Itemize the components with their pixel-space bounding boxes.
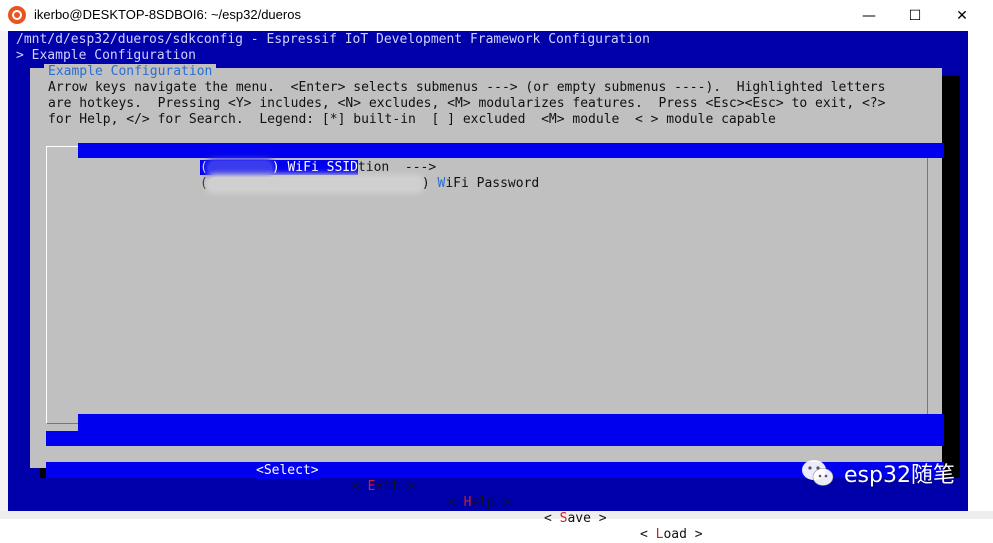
background-window-edge-bottom — [0, 511, 993, 519]
menu-item-prefix: ( — [200, 176, 208, 191]
dialog-shadow — [942, 76, 960, 478]
background-window-edge-right — [968, 31, 993, 519]
menu-item-label: ) WiFi SSID — [271, 160, 358, 175]
button-row: <Select> < Exit > < Help > < Save > < Lo… — [0, 447, 703, 543]
select-button[interactable]: <Select> — [256, 463, 319, 479]
menu-bottom-bar — [78, 414, 944, 431]
save-button[interactable]: < Save > — [544, 511, 607, 527]
menu-item-wifi-ssid[interactable]: ( ) WiFi SSIDtion ---> — [200, 160, 437, 176]
help-line-1: Arrow keys navigate the menu. <Enter> se… — [48, 80, 886, 95]
help-button[interactable]: < Help > — [448, 495, 511, 511]
help-line-3: for Help, </> for Search. Legend: [*] bu… — [48, 112, 776, 127]
ubuntu-icon — [8, 6, 26, 24]
watermark: esp32随笔 — [800, 456, 955, 490]
config-path-line: /mnt/d/esp32/dueros/sdkconfig - Espressi… — [16, 32, 650, 47]
menu-item-tail: tion ---> — [357, 160, 437, 175]
exit-button[interactable]: < Exit > — [352, 479, 415, 495]
dialog-title: Example Configuration — [44, 64, 217, 80]
menu-top-bar — [78, 143, 944, 158]
redacted-value — [207, 160, 272, 175]
maximize-button[interactable]: ☐ — [892, 0, 938, 31]
window-title: ikerbo@DESKTOP-8SDBOI6: ~/esp32/dueros — [34, 7, 301, 22]
wechat-icon — [802, 460, 834, 486]
menu-item-prefix: ( — [200, 160, 208, 175]
close-button[interactable]: ✕ — [939, 0, 985, 31]
redacted-value — [207, 176, 422, 191]
menu-item-selected-highlight: ( ) WiFi SSID — [200, 160, 358, 175]
menu-item-wifi-password[interactable]: () WiFi Password — [200, 176, 539, 192]
minimize-button[interactable]: — — [846, 0, 892, 31]
watermark-text: esp32随笔 — [844, 463, 955, 488]
help-line-2: are hotkeys. Pressing <Y> includes, <N> … — [48, 96, 886, 111]
load-button[interactable]: < Load > — [640, 527, 703, 543]
breadcrumb: > Example Configuration — [16, 48, 197, 63]
menu-item-label: iFi Password — [445, 176, 540, 191]
background-window-edge — [0, 31, 8, 519]
separator-bar — [46, 431, 944, 446]
menu-item-separator: ) — [421, 176, 438, 191]
window-titlebar: ikerbo@DESKTOP-8SDBOI6: ~/esp32/dueros —… — [0, 0, 993, 32]
